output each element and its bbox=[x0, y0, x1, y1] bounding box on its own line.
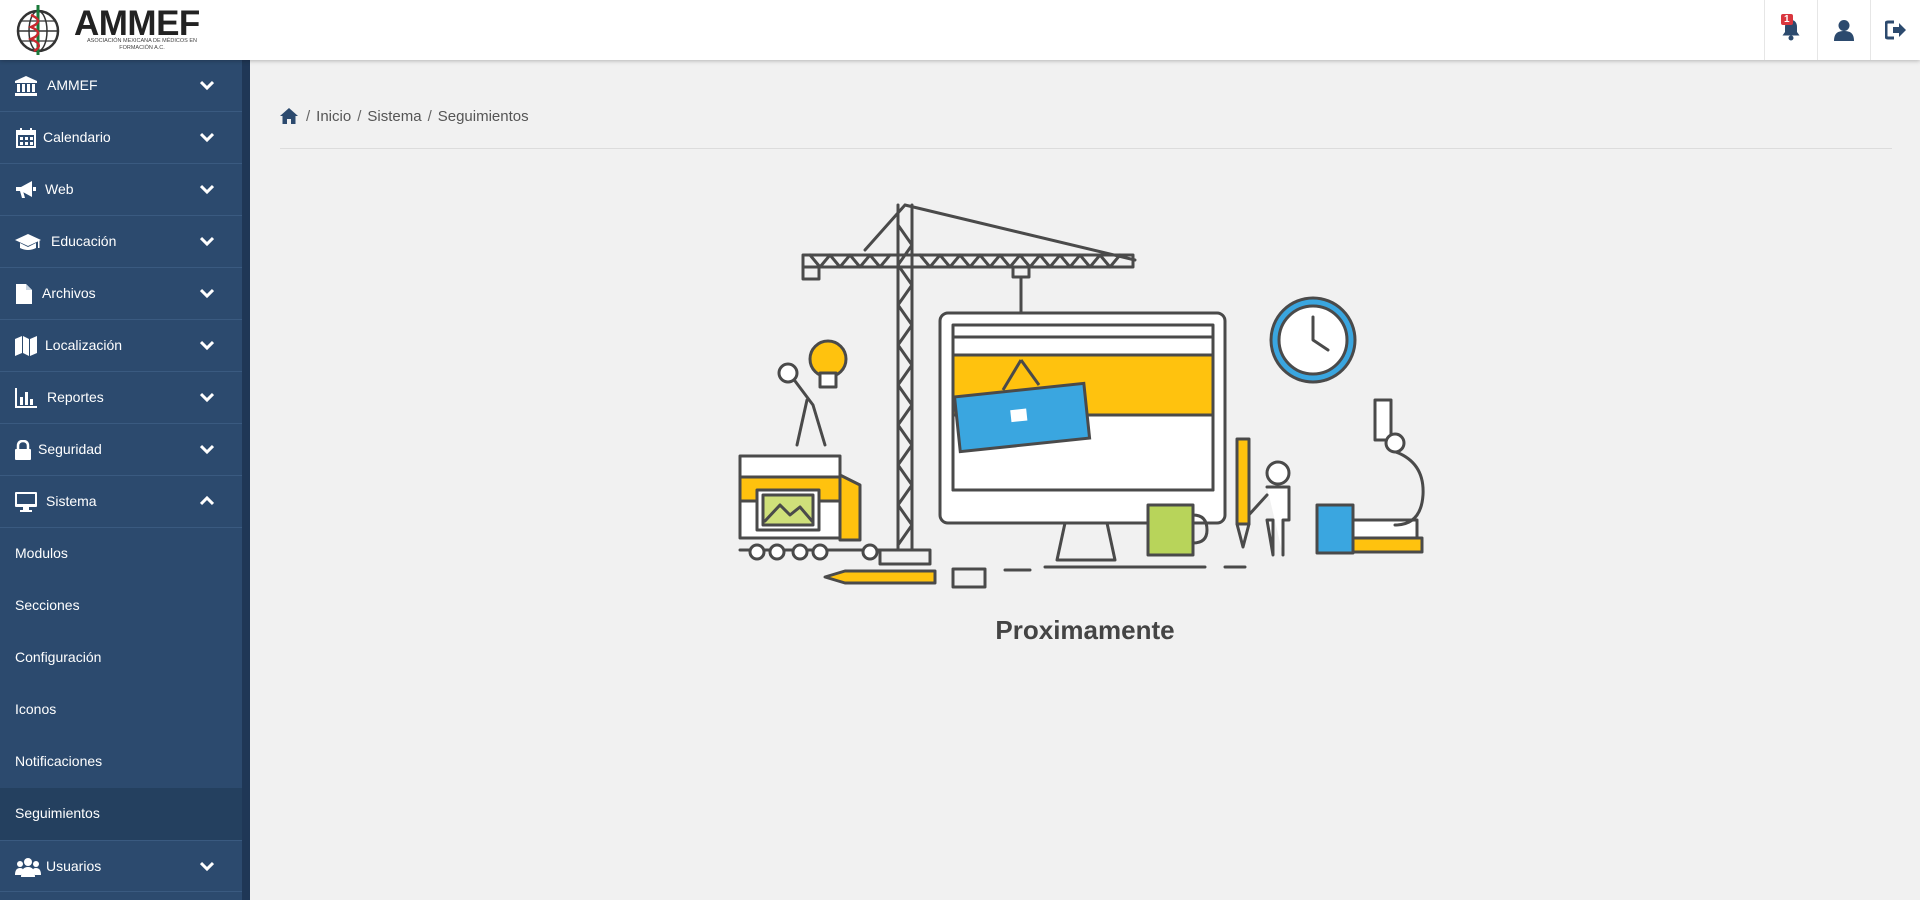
chevron-down-icon bbox=[200, 444, 214, 455]
bullhorn-icon bbox=[16, 181, 36, 198]
chevron-down-icon bbox=[200, 236, 214, 247]
sidebar-item-ammef[interactable]: AMMEF bbox=[0, 60, 242, 112]
lock-icon bbox=[15, 440, 31, 460]
chevron-down-icon bbox=[200, 861, 214, 872]
caduceus-globe-icon bbox=[16, 5, 60, 55]
breadcrumb-separator: / bbox=[357, 107, 362, 125]
notifications-button[interactable]: 1 bbox=[1764, 0, 1817, 60]
content-divider bbox=[280, 148, 1892, 149]
sidebar-item-label: Calendario bbox=[43, 129, 111, 145]
sidebar-item-label: Educación bbox=[51, 233, 117, 249]
desktop-icon bbox=[15, 492, 37, 512]
graduation-cap-icon bbox=[15, 234, 41, 250]
sidebar-subitem-label: Iconos bbox=[15, 701, 57, 717]
chevron-down-icon bbox=[200, 340, 214, 351]
chevron-down-icon bbox=[200, 80, 214, 91]
sidebar-item-label: Usuarios bbox=[46, 858, 102, 874]
under-construction-illustration bbox=[738, 203, 1425, 589]
sidebar-item-label: Sistema bbox=[46, 493, 97, 509]
profile-button[interactable] bbox=[1817, 0, 1870, 60]
chevron-down-icon bbox=[200, 132, 214, 143]
sidebar-item-seguridad[interactable]: Seguridad bbox=[0, 424, 242, 476]
sidebar-edge bbox=[242, 60, 250, 900]
chevron-down-icon bbox=[200, 288, 214, 299]
logo[interactable]: AMMEF ASOCIACIÓN MEXICANA DE MÉDICOS EN … bbox=[14, 3, 204, 57]
chevron-down-icon bbox=[200, 184, 214, 195]
top-header: AMMEF ASOCIACIÓN MEXICANA DE MÉDICOS EN … bbox=[0, 0, 1920, 60]
sidebar-item-label: AMMEF bbox=[47, 77, 98, 93]
map-icon bbox=[15, 336, 37, 356]
sidebar-subitem-label: Seguimientos bbox=[15, 805, 100, 821]
sidebar-subitem-iconos[interactable]: Iconos bbox=[0, 684, 242, 736]
sidebar-item-archivos[interactable]: Archivos bbox=[0, 268, 242, 320]
bank-icon bbox=[15, 76, 37, 96]
sidebar-subitem-modulos[interactable]: Modulos bbox=[0, 528, 242, 580]
sidebar-subitem-label: Notificaciones bbox=[15, 753, 103, 769]
calendar-icon bbox=[16, 128, 36, 148]
sidebar-item-educacion[interactable]: Educación bbox=[0, 216, 242, 268]
logo-subtitle: ASOCIACIÓN MEXICANA DE MÉDICOS EN FORMAC… bbox=[86, 38, 198, 51]
breadcrumb: / Inicio / Sistema / Seguimientos bbox=[280, 105, 529, 127]
breadcrumb-seguimientos: Seguimientos bbox=[437, 107, 529, 125]
sidebar-item-sistema[interactable]: Sistema bbox=[0, 476, 242, 528]
notification-badge: 1 bbox=[1781, 14, 1793, 25]
sidebar-subitem-notificaciones[interactable]: Notificaciones bbox=[0, 736, 242, 788]
user-icon bbox=[1834, 20, 1854, 41]
file-icon bbox=[16, 284, 32, 304]
sidebar-item-usuarios[interactable]: Usuarios bbox=[0, 840, 242, 892]
sidebar-item-label: Seguridad bbox=[38, 441, 102, 457]
sidebar-item-web[interactable]: Web bbox=[0, 164, 242, 216]
breadcrumb-inicio[interactable]: Inicio bbox=[316, 108, 351, 125]
chevron-up-icon bbox=[200, 495, 214, 506]
users-icon bbox=[15, 858, 41, 877]
chevron-down-icon bbox=[200, 392, 214, 403]
sidebar-item-label: Reportes bbox=[47, 389, 104, 405]
sidebar-item-calendario[interactable]: Calendario bbox=[0, 112, 242, 164]
sidebar-subitem-label: Secciones bbox=[15, 597, 80, 613]
logout-icon bbox=[1884, 20, 1906, 40]
sidebar-item-localizacion[interactable]: Localización bbox=[0, 320, 242, 372]
sidebar-item-reportes[interactable]: Reportes bbox=[0, 372, 242, 424]
logout-button[interactable] bbox=[1870, 0, 1920, 60]
sidebar-subitem-label: Modulos bbox=[15, 545, 68, 561]
bar-chart-icon bbox=[15, 388, 37, 408]
home-icon[interactable] bbox=[280, 107, 298, 125]
sidebar-item-label: Web bbox=[45, 181, 74, 197]
sidebar-item-label: Localización bbox=[45, 337, 123, 353]
breadcrumb-sistema[interactable]: Sistema bbox=[367, 108, 421, 125]
breadcrumb-separator: / bbox=[306, 107, 311, 125]
coming-soon-title: Proximamente bbox=[995, 615, 1175, 645]
breadcrumb-separator: / bbox=[427, 107, 432, 125]
sidebar-subitem-seguimientos[interactable]: Seguimientos bbox=[0, 788, 242, 840]
sidebar-subitem-label: Configuración bbox=[15, 649, 102, 665]
sidebar-item-label: Archivos bbox=[42, 285, 96, 301]
